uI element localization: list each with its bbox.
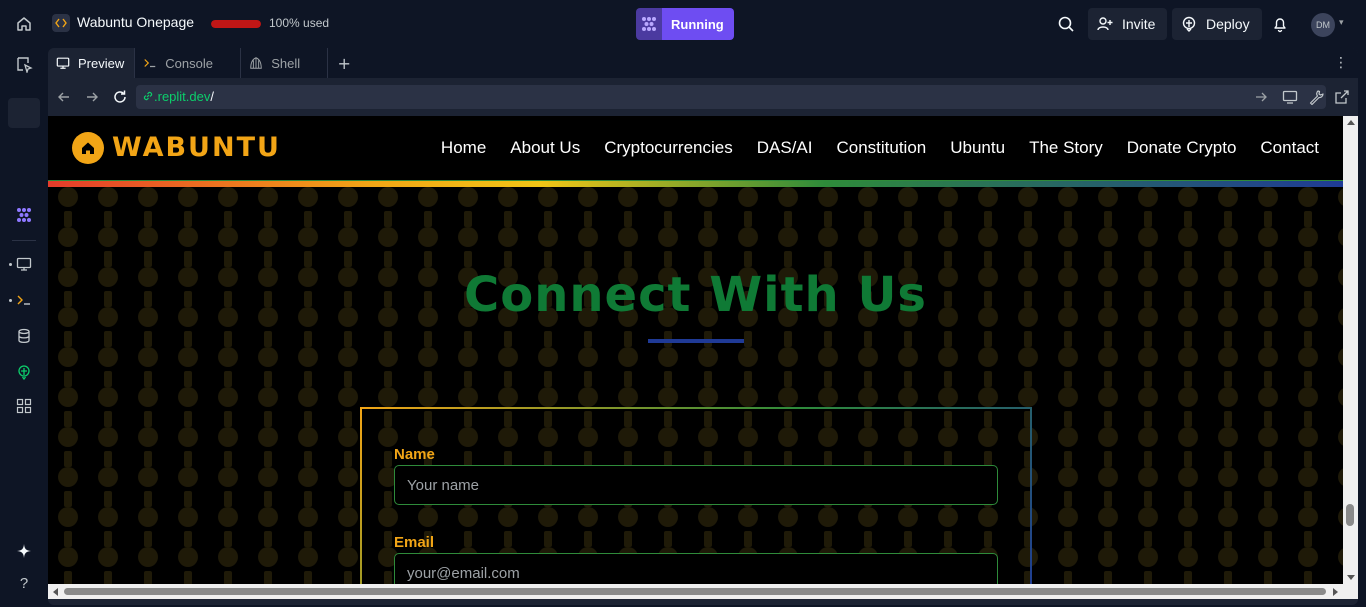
monitor-icon[interactable] bbox=[12, 252, 36, 276]
nav-ubuntu[interactable]: Ubuntu bbox=[950, 138, 1005, 158]
search-icon[interactable] bbox=[1056, 14, 1076, 34]
add-user-icon bbox=[1097, 17, 1113, 31]
home-logo-icon[interactable] bbox=[72, 132, 104, 164]
bell-icon[interactable] bbox=[1270, 14, 1290, 34]
shell-icon bbox=[250, 57, 262, 69]
usage-bar-fill bbox=[211, 20, 261, 28]
nav-contact[interactable]: Contact bbox=[1260, 138, 1319, 158]
tab-label: Shell bbox=[271, 55, 301, 71]
tab-preview[interactable]: Preview bbox=[48, 48, 136, 78]
scrollbar-thumb[interactable] bbox=[64, 588, 1326, 595]
invite-label: Invite bbox=[1122, 16, 1156, 32]
deployments-icon[interactable] bbox=[12, 360, 36, 384]
rainbow-stripe bbox=[48, 181, 1343, 187]
name-label: Name bbox=[394, 446, 435, 463]
rail-active-highlight bbox=[8, 98, 40, 128]
url-field[interactable]: .replit.dev/ bbox=[136, 85, 1326, 109]
agent-icon[interactable] bbox=[12, 203, 36, 227]
invite-button[interactable]: Invite bbox=[1088, 8, 1168, 40]
nav-das-ai[interactable]: DAS/AI bbox=[757, 138, 813, 158]
tab-console[interactable]: Console bbox=[135, 48, 242, 78]
usage-text: 100% used bbox=[269, 16, 330, 30]
reload-icon[interactable] bbox=[112, 89, 128, 105]
sparkle-icon[interactable] bbox=[12, 539, 36, 563]
run-status-label: Running bbox=[662, 8, 734, 40]
agent-icon bbox=[636, 8, 662, 40]
back-icon[interactable] bbox=[56, 89, 72, 105]
url-bar: .replit.dev/ bbox=[48, 78, 1358, 116]
name-field[interactable] bbox=[394, 465, 998, 505]
email-field[interactable] bbox=[394, 553, 998, 584]
nav-about-us[interactable]: About Us bbox=[510, 138, 580, 158]
deploy-icon bbox=[1182, 16, 1196, 32]
scrollbar-corner bbox=[1343, 584, 1358, 599]
scrollbar-thumb[interactable] bbox=[1346, 504, 1354, 526]
tab-label: Preview bbox=[78, 55, 125, 71]
terminal-icon bbox=[144, 59, 156, 68]
left-rail: ? bbox=[0, 48, 48, 607]
home-icon[interactable] bbox=[12, 12, 36, 36]
email-label: Email bbox=[394, 534, 435, 551]
scroll-right-icon[interactable] bbox=[1333, 588, 1338, 596]
deploy-label: Deploy bbox=[1206, 16, 1250, 32]
terminal-icon[interactable] bbox=[12, 288, 36, 312]
top-bar: Wabuntu Onepage 100% used Running Invite… bbox=[0, 0, 1366, 48]
site-nav-links: Home About Us Cryptocurrencies DAS/AI Co… bbox=[441, 138, 1319, 158]
wrench-icon[interactable] bbox=[1308, 89, 1324, 105]
monitor-icon bbox=[56, 57, 70, 69]
link-icon bbox=[143, 91, 153, 101]
database-icon[interactable] bbox=[12, 324, 36, 348]
section-title: Connect With Us bbox=[464, 267, 927, 323]
rail-divider bbox=[12, 240, 36, 241]
site-viewport: WABUNTU Home About Us Cryptocurrencies D… bbox=[48, 116, 1343, 584]
nav-the-story[interactable]: The Story bbox=[1029, 138, 1103, 158]
devices-icon[interactable] bbox=[1282, 89, 1298, 105]
title-underline bbox=[648, 339, 744, 343]
apps-grid-icon[interactable] bbox=[12, 394, 36, 418]
run-status-button[interactable]: Running bbox=[636, 8, 734, 40]
contact-form: Name Email bbox=[360, 407, 1032, 584]
deploy-button[interactable]: Deploy bbox=[1172, 8, 1262, 40]
tab-label: Console bbox=[165, 55, 213, 71]
files-icon[interactable] bbox=[12, 52, 36, 76]
add-tab-icon[interactable]: + bbox=[328, 48, 360, 78]
nav-home[interactable]: Home bbox=[441, 138, 486, 158]
tab-bar: Preview Console Shell + ⋮ bbox=[48, 48, 1358, 78]
site-navbar: WABUNTU Home About Us Cryptocurrencies D… bbox=[48, 116, 1343, 181]
forward-icon[interactable] bbox=[84, 89, 100, 105]
avatar[interactable]: DM bbox=[1311, 13, 1335, 37]
url-path: / bbox=[210, 89, 214, 104]
forward-icon[interactable] bbox=[1253, 89, 1269, 105]
scroll-up-icon[interactable] bbox=[1347, 120, 1355, 125]
preview-pane: Preview Console Shell + ⋮ .replit.dev/ W… bbox=[48, 48, 1358, 605]
scroll-left-icon[interactable] bbox=[53, 588, 58, 596]
code-icon[interactable] bbox=[52, 14, 70, 32]
external-link-icon[interactable] bbox=[1334, 89, 1350, 105]
nav-constitution[interactable]: Constitution bbox=[836, 138, 926, 158]
kebab-menu-icon[interactable]: ⋮ bbox=[1334, 56, 1348, 70]
usage-bar[interactable] bbox=[211, 20, 261, 28]
horizontal-scrollbar[interactable] bbox=[48, 584, 1343, 599]
chevron-down-icon[interactable]: ▾ bbox=[1339, 18, 1344, 28]
url-text: .replit.dev/ bbox=[142, 89, 214, 104]
scroll-down-icon[interactable] bbox=[1347, 575, 1355, 580]
repl-title[interactable]: Wabuntu Onepage bbox=[77, 14, 194, 30]
url-domain: .replit.dev bbox=[154, 89, 211, 104]
help-icon[interactable]: ? bbox=[12, 571, 36, 595]
nav-cryptocurrencies[interactable]: Cryptocurrencies bbox=[604, 138, 733, 158]
tab-shell[interactable]: Shell bbox=[241, 48, 329, 78]
vertical-scrollbar[interactable] bbox=[1343, 116, 1358, 584]
nav-donate-crypto[interactable]: Donate Crypto bbox=[1127, 138, 1237, 158]
site-logo-text[interactable]: WABUNTU bbox=[112, 132, 281, 163]
